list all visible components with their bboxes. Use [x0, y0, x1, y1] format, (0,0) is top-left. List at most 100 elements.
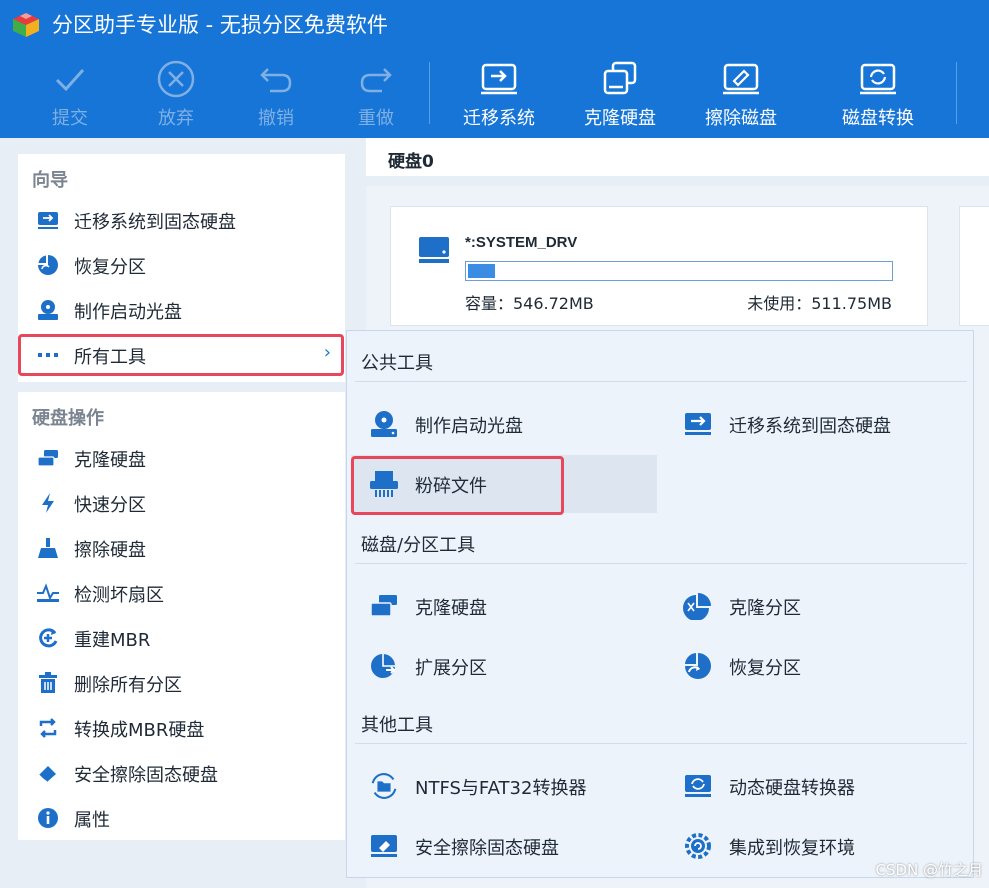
eraser-icon: [36, 762, 60, 784]
erase-ssd-icon: [369, 832, 399, 860]
undo-label: 撤销: [258, 108, 294, 129]
redo-button[interactable]: 重做: [350, 46, 402, 138]
sidebar-item-label: 快速分区: [74, 495, 146, 516]
menu-item-ntfs-fat32[interactable]: NTFS与FAT32转换器: [351, 757, 657, 815]
lightning-icon: [36, 492, 60, 514]
undo-button[interactable]: 撤销: [250, 46, 302, 138]
partition-usage-fill: [468, 264, 495, 278]
watermark: CSDN @竹之月: [875, 861, 983, 879]
partition-card[interactable]: *:SYSTEM_DRV 容量：546.72MB 未使用：511.75MB: [390, 206, 928, 326]
sidebar-item-label: 转换成MBR硬盘: [74, 720, 205, 741]
sidebar-item-convert-mbr[interactable]: 转换成MBR硬盘: [18, 706, 345, 750]
partition-capacity: 容量：546.72MB: [465, 294, 594, 313]
disk-ops-section-title: 硬盘操作: [32, 408, 104, 429]
partition-usage-bar: [465, 261, 893, 281]
wipe-disk-button[interactable]: 擦除磁盘: [704, 46, 778, 138]
menu-item-secure-erase-ssd[interactable]: 安全擦除固态硬盘: [351, 817, 657, 875]
menu-item-migrate-os[interactable]: 迁移系统到固态硬盘: [665, 395, 971, 453]
wipe-disk-icon: [718, 56, 764, 102]
clone-partition-icon: [683, 592, 713, 620]
clone-disk-icon: [36, 447, 60, 469]
partition-name: *:SYSTEM_DRV: [465, 234, 578, 251]
convert-arrows-icon: [36, 717, 60, 739]
sidebar-item-bad-sector[interactable]: 检测坏扇区: [18, 571, 345, 615]
disk-convert-button[interactable]: 磁盘转换: [841, 46, 915, 138]
partition-card[interactable]: [959, 206, 989, 326]
disk-convert-icon: [855, 56, 901, 102]
menu-item-label: 制作启动光盘: [415, 416, 523, 437]
wizard-section-title: 向导: [32, 170, 68, 191]
migrate-os-label: 迁移系统: [463, 108, 535, 129]
clone-disk-icon: [369, 592, 399, 620]
clone-disk-icon: [597, 56, 643, 102]
window-title: 分区助手专业版 - 无损分区免费软件: [52, 13, 388, 37]
sidebar-item-wipe-disk[interactable]: 擦除硬盘: [18, 526, 345, 570]
app-logo-icon: [13, 13, 39, 37]
sidebar-item-boot-disc[interactable]: 制作启动光盘: [18, 288, 345, 332]
disk-header: 硬盘0: [366, 138, 989, 176]
menu-item-dynamic-disk[interactable]: 动态硬盘转换器: [665, 757, 971, 815]
menu-item-label: 安全擦除固态硬盘: [415, 838, 559, 859]
trash-icon: [36, 672, 60, 694]
redo-label: 重做: [358, 108, 394, 129]
redo-icon: [353, 56, 399, 102]
menu-item-recover-partition[interactable]: 恢复分区: [665, 637, 971, 695]
menu-item-label: 克隆硬盘: [415, 598, 487, 619]
migrate-disk-icon: [476, 56, 522, 102]
sidebar-item-label: 属性: [74, 810, 110, 831]
toolbar: 提交 放弃 撤销 重做 迁移系统 克隆硬盘 擦除磁盘 磁盘转换: [0, 46, 989, 138]
sidebar-item-recover-partition[interactable]: 恢复分区: [18, 243, 345, 287]
recovery-gear-icon: [683, 832, 713, 860]
wipe-disk-label: 擦除磁盘: [705, 108, 777, 129]
discard-button[interactable]: 放弃: [150, 46, 202, 138]
menu-item-label: 迁移系统到固态硬盘: [729, 416, 891, 437]
recover-partition-icon: [683, 652, 713, 680]
sidebar-item-label: 克隆硬盘: [74, 450, 146, 471]
pulse-disk-icon: [36, 582, 60, 604]
commit-label: 提交: [52, 108, 88, 129]
menu-divider: [355, 563, 967, 564]
partition-free: 未使用：511.75MB: [747, 294, 892, 313]
sidebar-item-secure-erase[interactable]: 安全擦除固态硬盘: [18, 751, 345, 795]
extend-partition-icon: [369, 652, 399, 680]
boot-disc-icon: [36, 299, 60, 321]
sidebar-item-label: 检测坏扇区: [74, 585, 164, 606]
menu-section-other: 其他工具: [361, 715, 433, 736]
sidebar-divider: [18, 382, 345, 392]
menu-item-extend-partition[interactable]: 扩展分区: [351, 637, 657, 695]
title-bar: 分区助手专业版 - 无损分区免费软件: [0, 0, 989, 46]
sidebar-item-quick-partition[interactable]: 快速分区: [18, 481, 345, 525]
broom-icon: [36, 537, 60, 559]
menu-item-clone-partition[interactable]: 克隆分区: [665, 577, 971, 635]
sidebar-item-label: 恢复分区: [74, 257, 146, 278]
sidebar-item-migrate-os[interactable]: 迁移系统到固态硬盘: [18, 198, 345, 242]
migrate-disk-icon: [36, 209, 60, 231]
check-icon: [47, 56, 93, 102]
menu-item-label: 恢复分区: [729, 658, 801, 679]
migrate-os-button[interactable]: 迁移系统: [462, 46, 536, 138]
sidebar: 向导 迁移系统到固态硬盘 恢复分区 制作启动光盘 所有工具 › 硬盘操作 克隆硬…: [18, 154, 345, 840]
commit-button[interactable]: 提交: [44, 46, 96, 138]
sidebar-item-delete-all[interactable]: 删除所有分区: [18, 661, 345, 705]
clone-disk-button[interactable]: 克隆硬盘: [583, 46, 657, 138]
menu-divider: [355, 381, 967, 382]
menu-item-boot-disc[interactable]: 制作启动光盘: [351, 395, 657, 453]
sidebar-item-clone-disk[interactable]: 克隆硬盘: [18, 436, 345, 480]
menu-section-disk-tools: 磁盘/分区工具: [361, 535, 476, 556]
highlight-shred-file: [351, 456, 564, 515]
sidebar-item-rebuild-mbr[interactable]: 重建MBR: [18, 616, 345, 660]
menu-item-label: 动态硬盘转换器: [729, 778, 855, 799]
sidebar-item-label: 安全擦除固态硬盘: [74, 765, 218, 786]
sidebar-item-label: 迁移系统到固态硬盘: [74, 212, 236, 233]
menu-section-common: 公共工具: [361, 353, 433, 374]
menu-item-clone-disk[interactable]: 克隆硬盘: [351, 577, 657, 635]
migrate-disk-icon: [683, 410, 713, 438]
convert-folder-icon: [369, 772, 399, 800]
dynamic-disk-icon: [683, 772, 713, 800]
sidebar-item-properties[interactable]: 属性: [18, 796, 345, 840]
sidebar-item-label: 删除所有分区: [74, 675, 182, 696]
sidebar-item-label: 重建MBR: [74, 630, 151, 651]
toolbar-separator: [429, 62, 430, 124]
partition-drive-icon: [419, 237, 449, 263]
boot-disc-icon: [369, 410, 399, 438]
